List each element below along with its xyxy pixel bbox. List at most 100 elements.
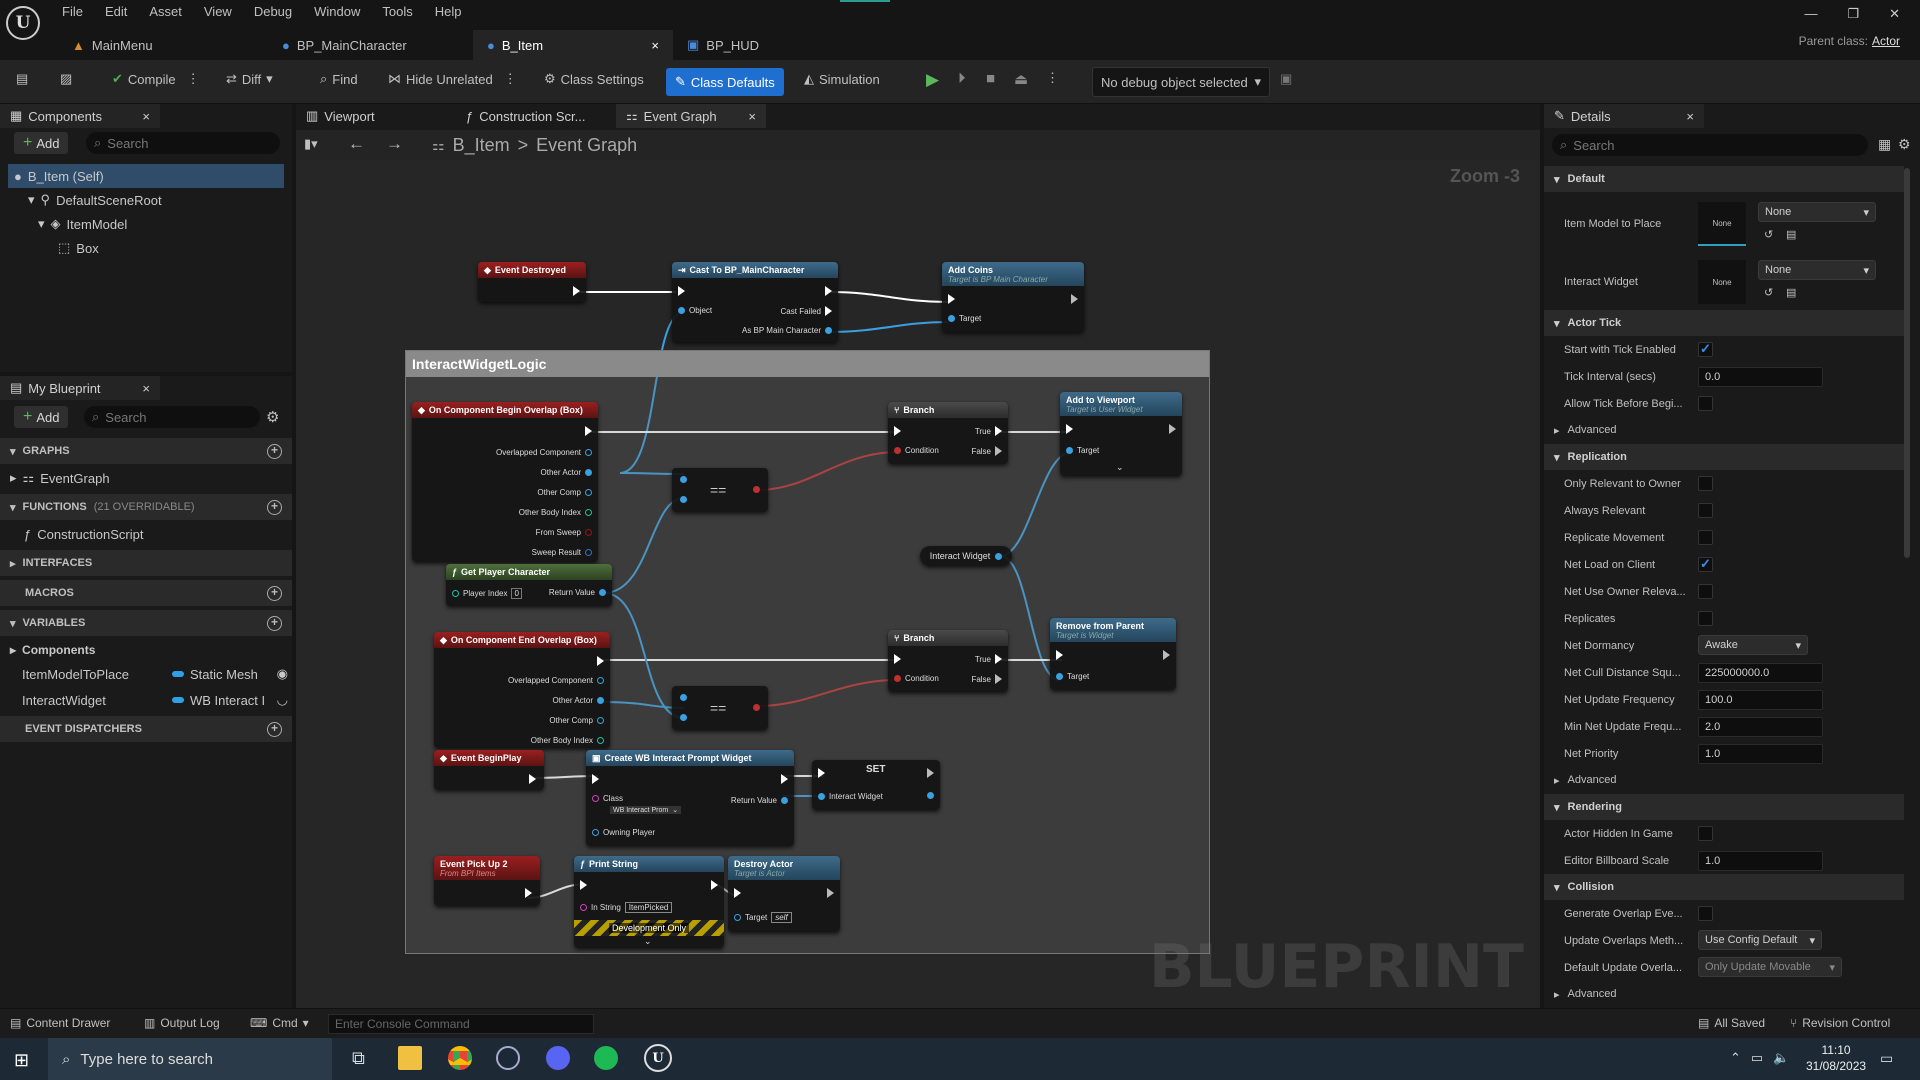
diff-button[interactable]: ⇄ Diff ▾: [226, 71, 273, 87]
menu-edit[interactable]: Edit: [105, 4, 127, 19]
b-pin[interactable]: [680, 714, 687, 721]
add-dispatcher-icon[interactable]: +: [267, 721, 282, 737]
return-value-pin[interactable]: Return Value: [731, 796, 788, 805]
component-item-model[interactable]: ▾ ◈ ItemModel: [38, 212, 127, 236]
exec-in-pin[interactable]: [1056, 650, 1063, 660]
node-branch-1[interactable]: ⑂ Branch True Condition False: [888, 402, 1008, 464]
sweep-result-pin[interactable]: Sweep Result: [532, 548, 592, 557]
variable-category-components[interactable]: ▸ Components: [10, 638, 95, 662]
output-log-button[interactable]: ▥ Output Log: [144, 1016, 220, 1030]
exec-out-pin[interactable]: [711, 880, 718, 890]
target-self-input[interactable]: self: [771, 912, 792, 923]
stop-icon[interactable]: ■: [986, 70, 995, 87]
close-tab-icon[interactable]: ×: [651, 38, 659, 53]
tab-event-graph[interactable]: ⚏ Event Graph ×: [616, 104, 766, 128]
parent-class-link[interactable]: Actor: [1872, 34, 1900, 48]
network-icon[interactable]: ▭: [1751, 1050, 1763, 1066]
breadcrumb-root[interactable]: B_Item: [453, 135, 510, 156]
compile-button[interactable]: ✔ Compile ⋮: [112, 71, 200, 87]
asset-picker-dropdown[interactable]: None ▾: [1758, 260, 1876, 280]
function-construction-script[interactable]: ƒ ConstructionScript: [24, 522, 143, 546]
update-overlaps-dropdown[interactable]: Use Config Default ▾: [1698, 930, 1822, 950]
a-pin[interactable]: [680, 694, 687, 701]
menu-asset[interactable]: Asset: [149, 4, 182, 19]
other-comp-pin[interactable]: Other Comp: [549, 716, 604, 725]
tab-viewport[interactable]: ▥ Viewport: [296, 104, 456, 128]
true-pin[interactable]: True: [975, 654, 1002, 664]
net-dormancy-dropdown[interactable]: Awake ▾: [1698, 635, 1808, 655]
hide-unrelated-button[interactable]: ⋈ Hide Unrelated ⋮: [388, 71, 517, 87]
node-get-player-character[interactable]: ƒ Get Player Character Player Index 0 Retu…: [446, 564, 612, 606]
add-variable-icon[interactable]: +: [267, 615, 282, 631]
actor-hidden-checkbox[interactable]: [1698, 826, 1713, 841]
exec-out-pin[interactable]: [1163, 650, 1170, 660]
discord-icon[interactable]: [546, 1046, 570, 1070]
replicates-checkbox[interactable]: [1698, 611, 1713, 626]
node-print-string[interactable]: ƒ Print String In String ItemPicked Develo…: [574, 856, 724, 948]
details-search[interactable]: ⌕ Search: [1552, 134, 1868, 156]
file-explorer-icon[interactable]: [398, 1046, 422, 1070]
net-update-input[interactable]: 100.0: [1698, 689, 1823, 710]
doc-tab-bp-hud[interactable]: ▣ BP_HUD: [673, 30, 823, 60]
clock[interactable]: 11:10 31/08/2023: [1806, 1042, 1866, 1074]
components-search[interactable]: ⌕ Search: [86, 132, 280, 154]
section-rendering[interactable]: ▾ Rendering: [1544, 794, 1904, 820]
minimize-button[interactable]: —: [1804, 6, 1817, 22]
add-member-button[interactable]: + Add: [14, 406, 69, 428]
volume-icon[interactable]: 🔈: [1773, 1050, 1789, 1066]
player-index-pin[interactable]: Player Index 0: [452, 588, 522, 599]
condition-pin[interactable]: Condition: [894, 446, 939, 455]
target-pin[interactable]: Target: [948, 314, 981, 323]
close-window-button[interactable]: ✕: [1889, 6, 1900, 22]
node-interact-widget-getter[interactable]: Interact Widget: [920, 546, 1012, 566]
a-pin[interactable]: [680, 476, 687, 483]
exec-in-pin[interactable]: [678, 286, 685, 296]
revision-control-button[interactable]: ⑂ Revision Control: [1790, 1016, 1890, 1030]
reset-arrow-icon[interactable]: ↺: [1764, 228, 1773, 241]
net-cull-input[interactable]: 225000000.0: [1698, 662, 1823, 683]
eye-icon[interactable]: ◉: [277, 666, 288, 682]
simulation-button[interactable]: ◭ Simulation: [804, 71, 880, 87]
windows-start-icon[interactable]: ⊞: [14, 1050, 29, 1071]
menu-tools[interactable]: Tools: [382, 4, 412, 19]
reset-arrow-icon[interactable]: ↺: [1764, 286, 1773, 299]
exec-out-pin[interactable]: [927, 768, 934, 778]
other-comp-pin[interactable]: Other Comp: [537, 488, 592, 497]
result-pin[interactable]: [753, 486, 760, 493]
as-main-character-pin[interactable]: As BP Main Character: [742, 326, 832, 335]
in-string-pin[interactable]: In String ItemPicked: [580, 902, 673, 913]
exec-out-pin[interactable]: [525, 888, 532, 898]
node-create-widget[interactable]: ▣ Create WB Interact Prompt Widget Class …: [586, 750, 794, 846]
doc-tab-mainmenu[interactable]: ▲ MainMenu: [58, 30, 268, 60]
class-pin[interactable]: Class: [592, 794, 623, 803]
asset-thumbnail[interactable]: None: [1698, 260, 1746, 304]
save-icon[interactable]: ▤: [16, 71, 28, 87]
class-settings-button[interactable]: ⚙ Class Settings: [544, 71, 644, 87]
exec-out-pin[interactable]: [597, 656, 604, 666]
menu-window[interactable]: Window: [314, 4, 360, 19]
class-select[interactable]: WB Interact Prom ⌄: [610, 806, 682, 814]
exec-in-pin[interactable]: [580, 880, 587, 890]
browse-folder-icon[interactable]: ▤: [1786, 228, 1796, 241]
min-net-update-input[interactable]: 2.0: [1698, 716, 1823, 737]
node-end-overlap[interactable]: ◆ On Component End Overlap (Box) Overlapp…: [434, 632, 610, 748]
component-b-item-self[interactable]: ● B_Item (Self): [8, 164, 284, 188]
functions-section[interactable]: ▾ FUNCTIONS (21 OVERRIDABLE) +: [0, 494, 292, 520]
exec-in-pin[interactable]: [948, 294, 955, 304]
node-event-destroyed[interactable]: ◆ Event Destroyed: [478, 262, 586, 302]
all-saved-button[interactable]: ▤ All Saved: [1698, 1016, 1765, 1030]
back-arrow-icon[interactable]: ←: [348, 134, 365, 154]
forward-arrow-icon[interactable]: →: [386, 134, 403, 154]
bookmark-icon[interactable]: ▮▾: [304, 136, 318, 152]
event-dispatchers-section[interactable]: EVENT DISPATCHERS +: [0, 716, 292, 742]
exec-out-pin[interactable]: [827, 888, 834, 898]
other-actor-pin[interactable]: Other Actor: [541, 468, 592, 477]
exec-in-pin[interactable]: [894, 426, 901, 436]
overlapped-component-pin[interactable]: Overlapped Component: [496, 448, 592, 457]
condition-pin[interactable]: Condition: [894, 674, 939, 683]
interact-widget-pin[interactable]: Interact Widget: [818, 792, 883, 801]
add-function-icon[interactable]: +: [267, 499, 282, 515]
doc-tab-b-item[interactable]: ● B_Item ×: [473, 30, 673, 60]
exec-out-pin[interactable]: [781, 774, 788, 784]
component-default-scene-root[interactable]: ▾ ⚲ DefaultSceneRoot: [28, 188, 162, 212]
